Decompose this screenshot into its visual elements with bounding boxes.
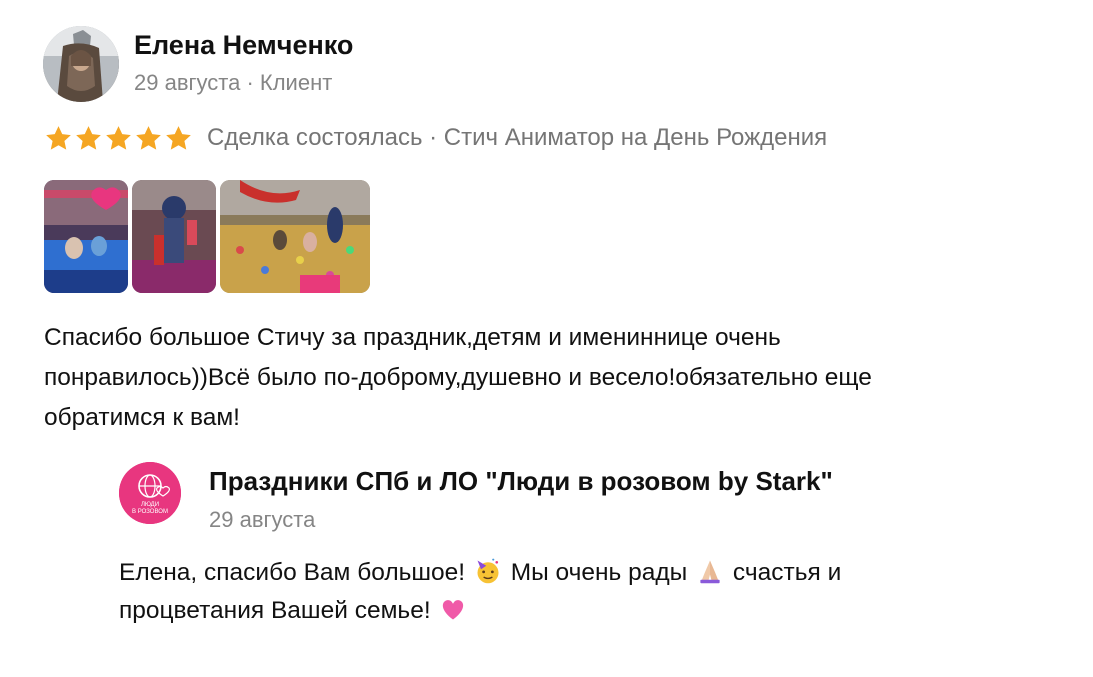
review-photos <box>44 180 370 293</box>
svg-text:В РОЗОВОМ: В РОЗОВОМ <box>132 509 168 515</box>
business-name[interactable]: Праздники СПб и ЛО "Люди в розовом by St… <box>209 466 833 497</box>
ball-pit-photo <box>220 180 370 293</box>
deal-info: Сделка состоялась · Стич Аниматор на Ден… <box>207 124 828 151</box>
mascot-photo <box>132 180 216 293</box>
playground-photo <box>44 180 128 293</box>
review-text-line: понравилось))Всё было по-доброму,душевно… <box>44 364 872 391</box>
reply-text-line: Елена, спасибо Вам большое! Мы очень рад… <box>119 554 1019 592</box>
party-face-icon <box>477 558 499 584</box>
reply-text: Елена, спасибо Вам большое! Мы очень рад… <box>119 554 1019 630</box>
reply-text-segment: процветания Вашей семье! <box>119 597 431 624</box>
review-photo-thumbnail[interactable] <box>220 180 370 293</box>
review-card: Елена Немченко 29 августа · Клиент Сделк… <box>0 0 1093 677</box>
review-photo-thumbnail[interactable] <box>44 180 128 293</box>
author-photo <box>43 26 119 102</box>
star-icon <box>46 125 71 150</box>
reply-text-line: процветания Вашей семье! <box>119 592 1019 630</box>
review-meta: 29 августа · Клиент <box>134 70 333 95</box>
reply-date: 29 августа <box>209 507 316 532</box>
business-avatar[interactable]: ЛЮДИ В РОЗОВОМ <box>119 462 181 524</box>
pink-heart-icon <box>443 600 464 620</box>
reply-text-segment: счастья и <box>732 559 842 586</box>
star-icon <box>136 125 161 150</box>
review-photo-thumbnail[interactable] <box>132 180 216 293</box>
star-icon <box>106 125 131 150</box>
star-rating <box>44 124 193 153</box>
praying-hands-icon <box>700 560 720 584</box>
star-icon <box>166 125 191 150</box>
rating-row: Сделка состоялась · Стич Аниматор на Ден… <box>44 120 827 156</box>
review-text: Спасибо большое Стичу за праздник,детям … <box>44 318 1054 438</box>
review-text-line: Спасибо большое Стичу за праздник,детям … <box>44 324 781 351</box>
review-text-line: обратимся к вам! <box>44 404 240 431</box>
reply-text-segment: Мы очень рады <box>510 559 688 586</box>
author-avatar[interactable] <box>43 26 119 102</box>
reply-text-segment: Елена, спасибо Вам большое! <box>119 559 466 586</box>
business-logo: ЛЮДИ В РОЗОВОМ <box>119 462 181 524</box>
star-icon <box>76 125 101 150</box>
author-name[interactable]: Елена Немченко <box>134 30 353 61</box>
svg-text:ЛЮДИ: ЛЮДИ <box>141 502 159 508</box>
